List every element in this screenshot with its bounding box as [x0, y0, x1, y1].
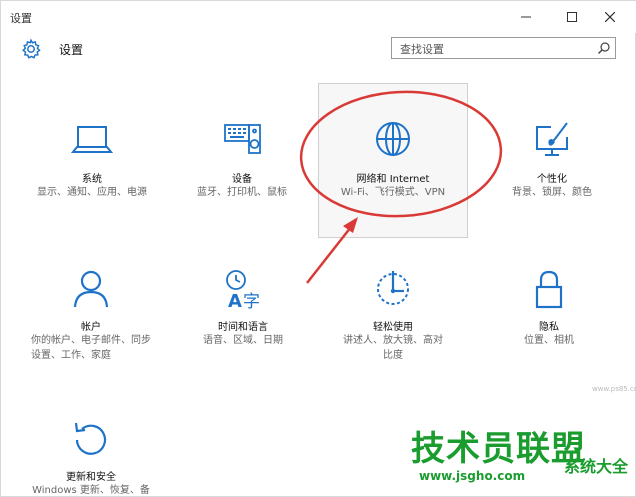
close-icon: [605, 12, 615, 22]
tile-ease-of-access[interactable]: 轻松使用 讲述人、放大镜、高对比度: [331, 267, 455, 367]
tile-name: 帐户: [81, 322, 101, 333]
search-icon[interactable]: [597, 41, 611, 55]
watermark-small: www.ps85.com: [592, 385, 636, 393]
paint-monitor-icon: [536, 122, 568, 156]
tile-desc: 蓝牙、打印机、鼠标: [197, 187, 287, 198]
tile-name: 设备: [232, 174, 252, 185]
maximize-icon: [567, 12, 577, 22]
page-title: 设置: [59, 43, 84, 57]
search-placeholder: 查找设置: [400, 43, 444, 56]
title-bar[interactable]: 设置: [1, 1, 636, 33]
tile-desc: 显示、通知、应用、电源: [37, 187, 147, 198]
tile-personalization[interactable]: 个性化 背景、锁屏、颜色: [491, 119, 613, 211]
watermark-system: 系统大全: [564, 457, 629, 476]
lock-icon: [535, 270, 563, 309]
time-language-icon: A 字: [226, 270, 260, 312]
tile-desc: 讲述人、放大镜、高对比度: [343, 335, 443, 361]
tile-name: 网络和 Internet: [356, 174, 430, 185]
laptop-icon: [70, 126, 114, 153]
person-icon: [73, 270, 109, 308]
tile-privacy[interactable]: 隐私 位置、相机: [487, 267, 611, 359]
tile-name: 时间和语言: [218, 322, 268, 333]
tile-name: 系统: [82, 174, 102, 185]
tile-desc: 语音、区域、日期: [203, 335, 283, 346]
window-title: 设置: [10, 12, 32, 25]
close-button[interactable]: [588, 1, 632, 33]
keyboard-speaker-icon: [224, 124, 261, 154]
update-arrow-icon: [74, 422, 107, 455]
tile-name: 轻松使用: [373, 322, 413, 333]
tile-name: 隐私: [539, 322, 559, 333]
minimize-icon: [521, 16, 531, 18]
svg-text:字: 字: [243, 292, 260, 312]
settings-window: 设置 设置 查找设置 系统 显示、通知、应用、电源 设备 蓝牙、打印机、鼠标 网…: [0, 0, 636, 497]
globe-icon: [376, 122, 410, 156]
tile-desc: 位置、相机: [524, 335, 574, 346]
tile-system[interactable]: 系统 显示、通知、应用、电源: [31, 119, 153, 211]
tile-network-internet[interactable]: 网络和 Internet Wi-Fi、飞行模式、VPN: [327, 119, 459, 211]
tile-name: 个性化: [537, 174, 567, 185]
ease-of-access-icon: [377, 271, 409, 305]
tile-desc: 你的帐户、电子邮件、同步设置、工作、家庭: [31, 335, 151, 361]
tile-desc: 背景、锁屏、颜色: [512, 187, 592, 198]
tile-time-language[interactable]: A 字 时间和语言 语音、区域、日期: [181, 267, 305, 359]
tile-accounts[interactable]: 帐户 你的帐户、电子邮件、同步设置、工作、家庭: [29, 267, 153, 367]
svg-text:A: A: [228, 291, 242, 312]
tile-desc: Wi-Fi、飞行模式、VPN: [340, 187, 446, 198]
watermark-url: www.jsgho.com: [419, 469, 526, 483]
gear-icon: [22, 38, 41, 59]
tile-devices[interactable]: 设备 蓝牙、打印机、鼠标: [181, 119, 303, 211]
tile-update-security[interactable]: 更新和安全 Windows 更新、恢复、备份: [29, 417, 153, 497]
minimize-button[interactable]: [504, 1, 548, 33]
search-input[interactable]: 查找设置: [391, 37, 616, 59]
tile-name: 更新和安全: [66, 472, 116, 483]
tile-desc: Windows 更新、恢复、备份: [32, 485, 150, 496]
watermark-brand: 技术员联盟: [411, 429, 586, 469]
